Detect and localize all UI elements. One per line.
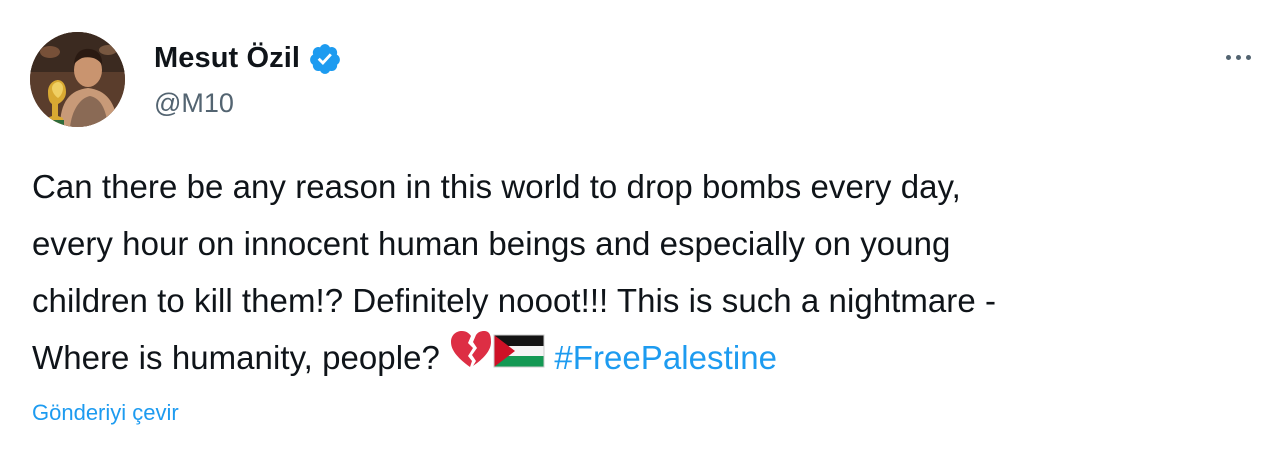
verified-badge-icon[interactable] — [308, 42, 342, 76]
tweet-text-line: Can there be any reason in this world to… — [32, 168, 961, 205]
profile-photo-icon — [30, 32, 125, 127]
translate-post-link[interactable]: Gönderiyi çevir — [32, 400, 179, 426]
more-options-button[interactable] — [1210, 42, 1266, 72]
more-horizontal-icon-dot — [1235, 54, 1241, 60]
tweet-text-line-last: Where is humanity, people? #FreePalestin… — [32, 329, 1252, 386]
tweet-text-line: every hour on innocent human beings and … — [32, 225, 951, 262]
avatar[interactable] — [30, 32, 125, 127]
hashtag-link[interactable]: #FreePalestine — [554, 339, 777, 376]
author-name-row: Mesut Özil — [154, 40, 342, 76]
broken-heart-emoji-icon — [449, 329, 493, 386]
author-display-name[interactable]: Mesut Özil — [154, 42, 300, 75]
palestine-flag-emoji-icon — [493, 329, 545, 386]
tweet-text-fragment: Where is humanity, people? — [32, 339, 440, 376]
author-handle[interactable]: @M10 — [154, 88, 234, 119]
tweet-text-line: children to kill them!? Definitely nooot… — [32, 282, 996, 319]
more-horizontal-icon-dot — [1245, 54, 1251, 60]
more-horizontal-icon — [1225, 54, 1231, 60]
tweet-text: Can there be any reason in this world to… — [32, 158, 1252, 386]
